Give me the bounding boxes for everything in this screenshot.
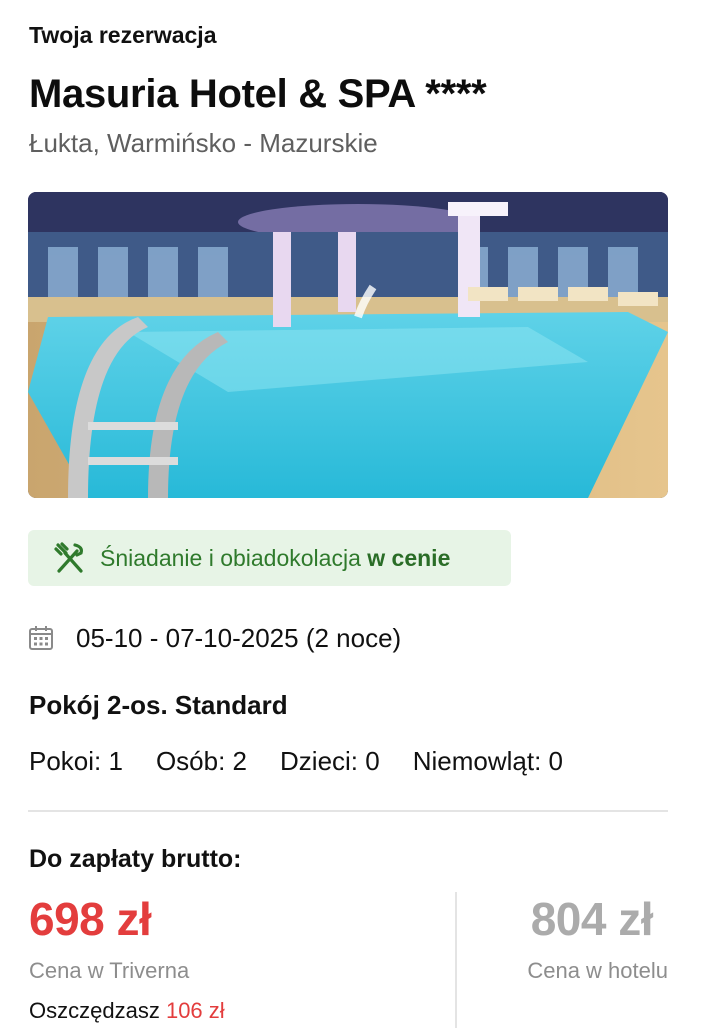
occupancy-row: Pokoi: 1 Osób: 2 Dzieci: 0 Niemowląt: 0 [29,746,596,777]
stay-dates-text: 05-10 - 07-10-2025 (2 noce) [76,622,402,653]
meal-plan-emphasis: w cenie [367,544,451,571]
rooms-count: Pokoi: 1 [29,746,123,776]
children-count: Dzieci: 0 [280,746,380,776]
room-name: Pokój 2-os. Standard [29,690,288,720]
meal-plan-badge: Śniadanie i obiadokolacja w cenie [28,530,511,586]
hotel-photo [28,192,668,498]
infants-count: Niemowląt: 0 [412,746,563,776]
our-price: 698 zł [29,893,152,945]
persons-count: Osób: 2 [155,746,248,776]
payment-title: Do zapłaty brutto: [29,845,242,873]
our-price-label: Cena w Triverna [29,958,190,983]
stay-dates: 05-10 - 07-10-2025 (2 noce) [28,620,401,656]
hotel-name: Masuria Hotel & SPA **** [29,72,487,116]
section-divider [28,810,668,812]
savings-amount: 106 zł [165,998,225,1023]
booking-summary: Twoja rezerwacja Masuria Hotel & SPA ***… [0,0,710,1036]
price-divider [455,892,457,1028]
section-eyebrow: Twoja rezerwacja [29,22,217,48]
hotel-price-label: Cena w hotelu [527,958,668,983]
fork-knife-icon [52,540,88,576]
calendar-icon [28,624,56,652]
savings-text: Oszczędzasz 106 zł [29,998,225,1023]
meal-plan-text: Śniadanie i obiadokolacja w cenie [100,544,451,571]
hotel-location: Łukta, Warmińsko - Mazurskie [29,128,378,158]
hotel-price: 804 zł [530,893,654,945]
